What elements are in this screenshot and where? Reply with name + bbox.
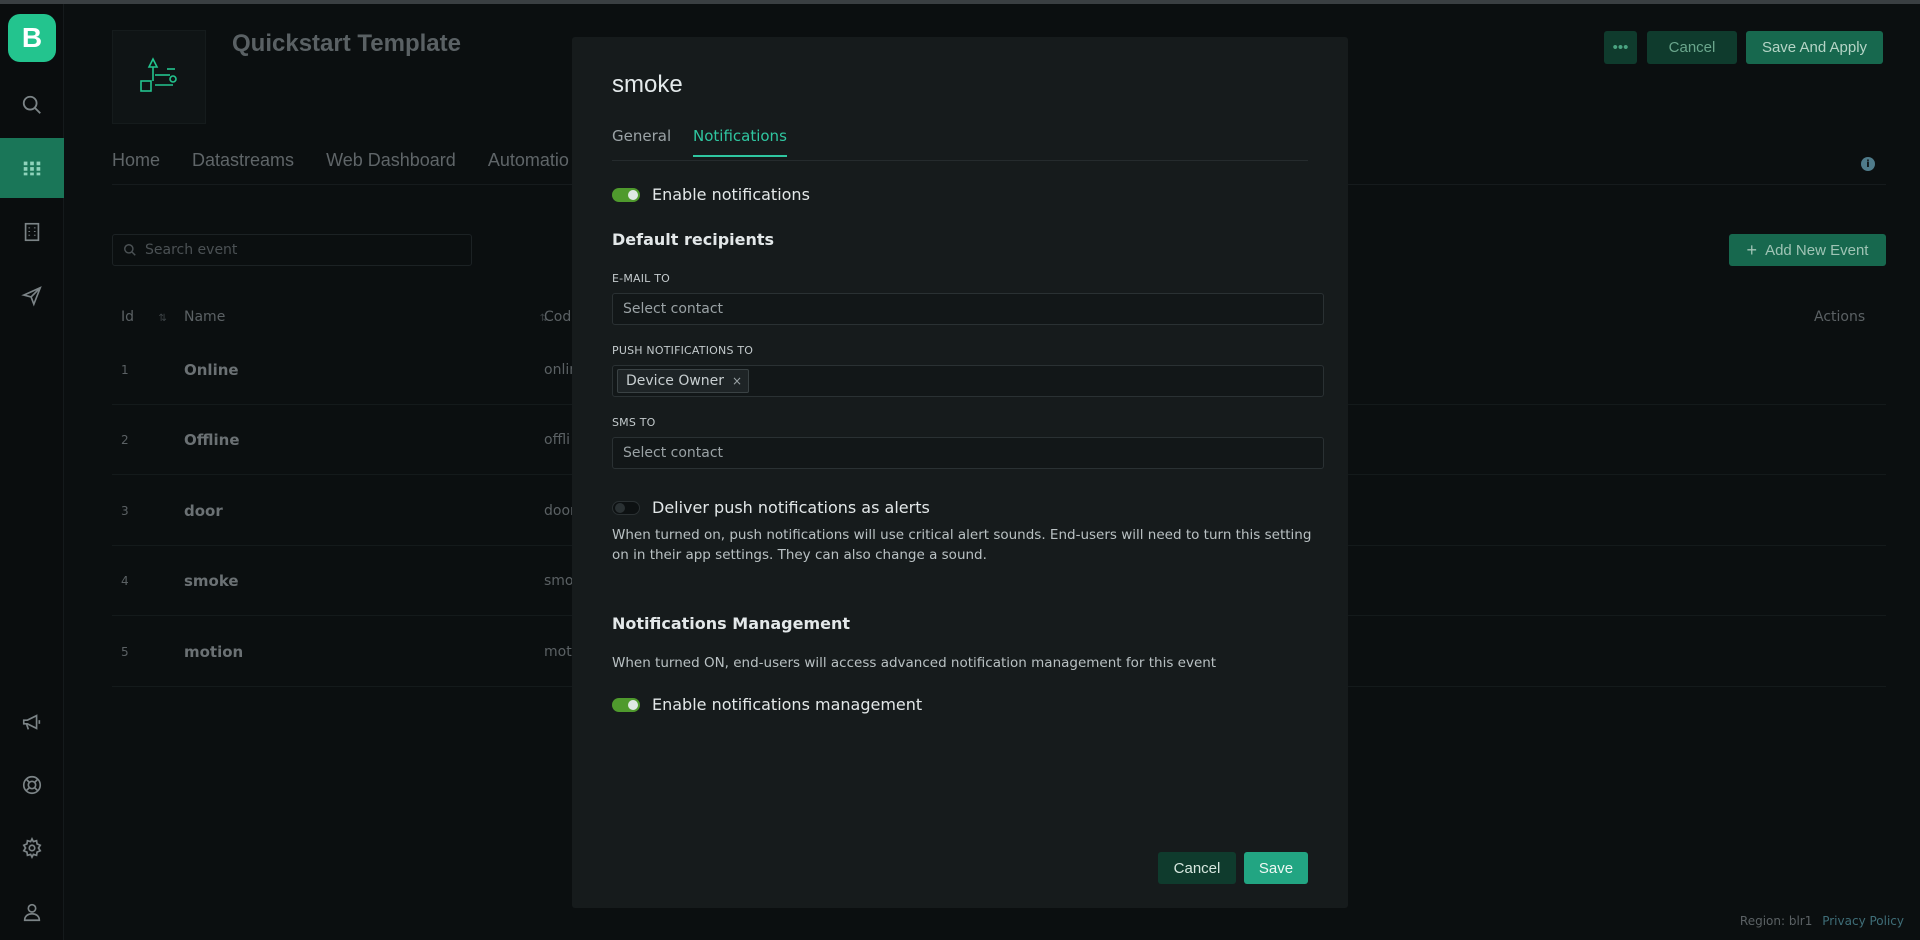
toggle-knob	[615, 503, 625, 513]
page-title: Quickstart Template	[232, 30, 461, 57]
template-nav: Home Datastreams Web Dashboard Automatio	[112, 150, 569, 171]
tab-datastreams[interactable]: Datastreams	[192, 150, 294, 171]
enable-notifications-label: Enable notifications	[652, 185, 810, 204]
modal-cancel-button[interactable]: Cancel	[1158, 852, 1236, 884]
sidebar-item-messages[interactable]	[0, 266, 64, 326]
search-placeholder: Search event	[145, 242, 238, 258]
lifebuoy-icon	[22, 775, 42, 795]
search-icon	[124, 244, 136, 256]
sidebar-item-help[interactable]	[0, 755, 64, 815]
event-search-input[interactable]: Search event	[112, 234, 472, 266]
more-options-button[interactable]: •••	[1604, 31, 1637, 64]
add-new-event-button[interactable]: + Add New Event	[1729, 234, 1886, 266]
search-icon	[22, 95, 41, 114]
management-help-text: When turned ON, end-users will access ad…	[612, 655, 1217, 671]
tab-home[interactable]: Home	[112, 150, 160, 171]
logo[interactable]: B	[8, 14, 56, 62]
column-header-name[interactable]: Name ⇅	[184, 309, 548, 325]
building-icon	[24, 222, 40, 242]
sms-caption: SMS TO	[612, 416, 656, 429]
sidebar-item-search[interactable]	[0, 75, 64, 135]
sidebar-item-templates[interactable]	[0, 138, 64, 198]
user-icon	[23, 903, 41, 922]
sms-contact-select[interactable]: Select contact	[612, 437, 1324, 469]
event-settings-modal: smoke General Notifications Enable notif…	[572, 37, 1348, 908]
toggle-knob	[628, 190, 638, 200]
alerts-help-text: When turned on, push notifications will …	[612, 527, 1312, 563]
tab-automations[interactable]: Automatio	[488, 150, 569, 171]
template-image[interactable]	[112, 30, 206, 124]
megaphone-icon	[22, 714, 41, 730]
modal-save-button[interactable]: Save	[1244, 852, 1308, 884]
save-and-apply-button[interactable]: Save And Apply	[1746, 31, 1883, 64]
default-recipients-heading: Default recipients	[612, 230, 775, 249]
header-cancel-button[interactable]: Cancel	[1647, 31, 1737, 64]
enable-notifications-toggle[interactable]	[612, 188, 640, 202]
notifications-management-toggle[interactable]	[612, 698, 640, 712]
logo-letter: B	[21, 22, 43, 53]
modal-tabs: General Notifications	[612, 127, 1308, 161]
gear-icon	[22, 837, 42, 859]
push-caption: PUSH NOTIFICATIONS TO	[612, 344, 754, 357]
tab-web-dashboard[interactable]: Web Dashboard	[326, 150, 456, 171]
chip-label: Device Owner	[626, 373, 725, 389]
notifications-management-label: Enable notifications management	[652, 695, 923, 714]
email-placeholder: Select contact	[623, 301, 724, 317]
chip-remove-icon[interactable]: ×	[732, 374, 742, 388]
tab-general[interactable]: General	[612, 127, 671, 155]
alerts-toggle[interactable]	[612, 501, 640, 515]
recipient-chip: Device Owner ×	[617, 369, 750, 393]
notifications-management-heading: Notifications Management	[612, 614, 851, 633]
toggle-knob	[628, 700, 638, 710]
add-event-label: Add New Event	[1765, 241, 1869, 259]
template-icon	[140, 57, 177, 92]
footer: Region: blr1 Privacy Policy	[1740, 914, 1904, 928]
push-contact-select[interactable]: Device Owner ×	[612, 365, 1324, 397]
info-icon[interactable]: i	[1861, 157, 1875, 171]
column-header-id[interactable]: Id ⇅	[121, 309, 167, 325]
modal-title: smoke	[612, 71, 683, 98]
grid-icon	[23, 161, 41, 176]
tab-notifications[interactable]: Notifications	[693, 127, 787, 157]
sort-icon: ⇅	[158, 313, 167, 324]
sms-placeholder: Select contact	[623, 445, 724, 461]
privacy-policy-link[interactable]: Privacy Policy	[1822, 914, 1904, 928]
sidebar-item-announcements[interactable]	[0, 692, 64, 752]
top-border	[0, 0, 1920, 4]
alerts-label: Deliver push notifications as alerts	[652, 498, 930, 517]
plus-icon: +	[1746, 239, 1758, 260]
sidebar-item-organizations[interactable]	[0, 202, 64, 262]
column-header-actions: Actions	[1814, 309, 1866, 325]
sidebar-item-settings[interactable]	[0, 818, 64, 878]
sidebar-item-profile[interactable]	[0, 882, 64, 940]
email-contact-select[interactable]: Select contact	[612, 293, 1324, 325]
region-label: Region: blr1	[1739, 914, 1813, 928]
email-caption: E-MAIL TO	[612, 272, 670, 285]
sidebar: B	[0, 4, 64, 940]
send-icon	[21, 286, 42, 307]
